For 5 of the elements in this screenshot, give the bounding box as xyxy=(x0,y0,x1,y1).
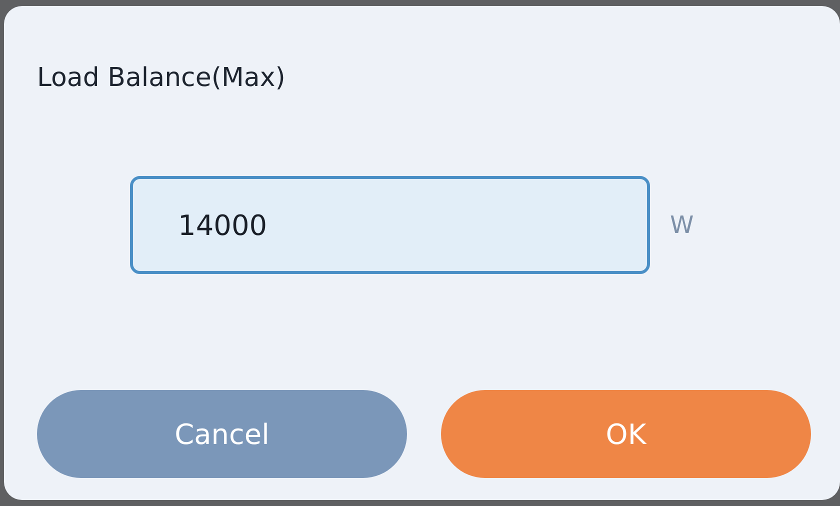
unit-label: W xyxy=(670,211,694,239)
ok-button[interactable]: OK xyxy=(441,390,811,478)
input-field[interactable]: 14000 xyxy=(130,176,650,274)
dialog-title: Load Balance(Max) xyxy=(37,62,286,94)
cancel-button[interactable]: Cancel xyxy=(37,390,407,478)
